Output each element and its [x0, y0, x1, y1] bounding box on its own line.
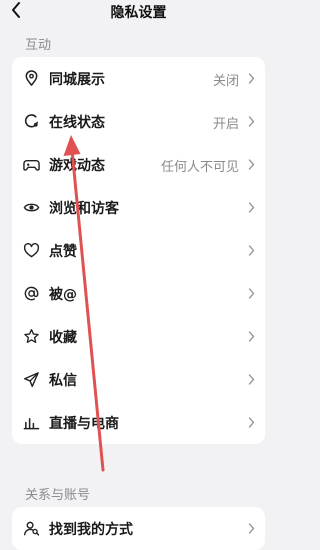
page-title: 隐私设置: [110, 5, 167, 21]
location-pin-icon: [25, 70, 38, 86]
chevron-right-icon: [248, 73, 255, 84]
chevron-right-icon: [248, 159, 255, 170]
find-user-icon: [23, 521, 40, 536]
chevron-right-icon: [248, 116, 255, 127]
setting-label: 同城展示: [49, 72, 105, 88]
setting-label: 私信: [49, 373, 77, 389]
bar-chart-icon: [23, 417, 40, 430]
account-settings-card: 找到我的方式: [12, 507, 265, 550]
setting-label: 被@: [49, 287, 77, 303]
setting-value: 关闭: [212, 74, 239, 89]
chevron-right-icon: [248, 202, 255, 213]
setting-row-favorites[interactable]: 收藏: [12, 315, 265, 358]
setting-row-likes[interactable]: 点赞: [12, 229, 265, 272]
chevron-right-icon: [248, 331, 255, 342]
setting-label: 收藏: [49, 330, 77, 346]
chevron-right-icon: [248, 523, 255, 534]
setting-row-game-activity[interactable]: 游戏动态 任何人不可见: [12, 143, 265, 186]
setting-value: 任何人不可见: [160, 160, 239, 175]
setting-label: 游戏动态: [49, 158, 105, 174]
eye-icon: [23, 203, 40, 212]
setting-value: 开启: [212, 117, 239, 132]
setting-label: 在线状态: [49, 115, 105, 131]
chevron-right-icon: [248, 374, 255, 385]
online-status-icon: [24, 114, 38, 128]
setting-label: 找到我的方式: [49, 522, 133, 538]
top-bar: 隐私设置: [0, 0, 277, 22]
setting-row-nearby-display[interactable]: 同城展示 关闭: [12, 57, 265, 100]
setting-row-direct-messages[interactable]: 私信: [12, 358, 265, 401]
section-title-interaction: 互动: [25, 38, 52, 53]
setting-row-find-me[interactable]: 找到我的方式: [12, 507, 265, 550]
star-icon: [24, 329, 39, 344]
at-icon: [24, 286, 39, 301]
setting-row-live-ecommerce[interactable]: 直播与电商: [12, 401, 265, 444]
setting-row-online-status[interactable]: 在线状态 开启: [12, 100, 265, 143]
setting-label: 直播与电商: [49, 416, 119, 432]
send-icon: [23, 372, 39, 388]
chevron-right-icon: [248, 288, 255, 299]
chevron-right-icon: [248, 417, 255, 428]
heart-icon: [23, 242, 40, 258]
chevron-right-icon: [248, 245, 255, 256]
section-title-relationships-account: 关系与账号: [25, 488, 91, 503]
gamepad-icon: [23, 160, 40, 171]
setting-label: 浏览和访客: [49, 201, 119, 217]
setting-label: 点赞: [49, 244, 77, 260]
interaction-settings-card: 同城展示 关闭 在线状态 开启 游戏动态 任何人不可见 浏览和访客 点赞 被@ …: [12, 57, 265, 444]
setting-row-views-visitors[interactable]: 浏览和访客: [12, 186, 265, 229]
setting-row-mentions[interactable]: 被@: [12, 272, 265, 315]
